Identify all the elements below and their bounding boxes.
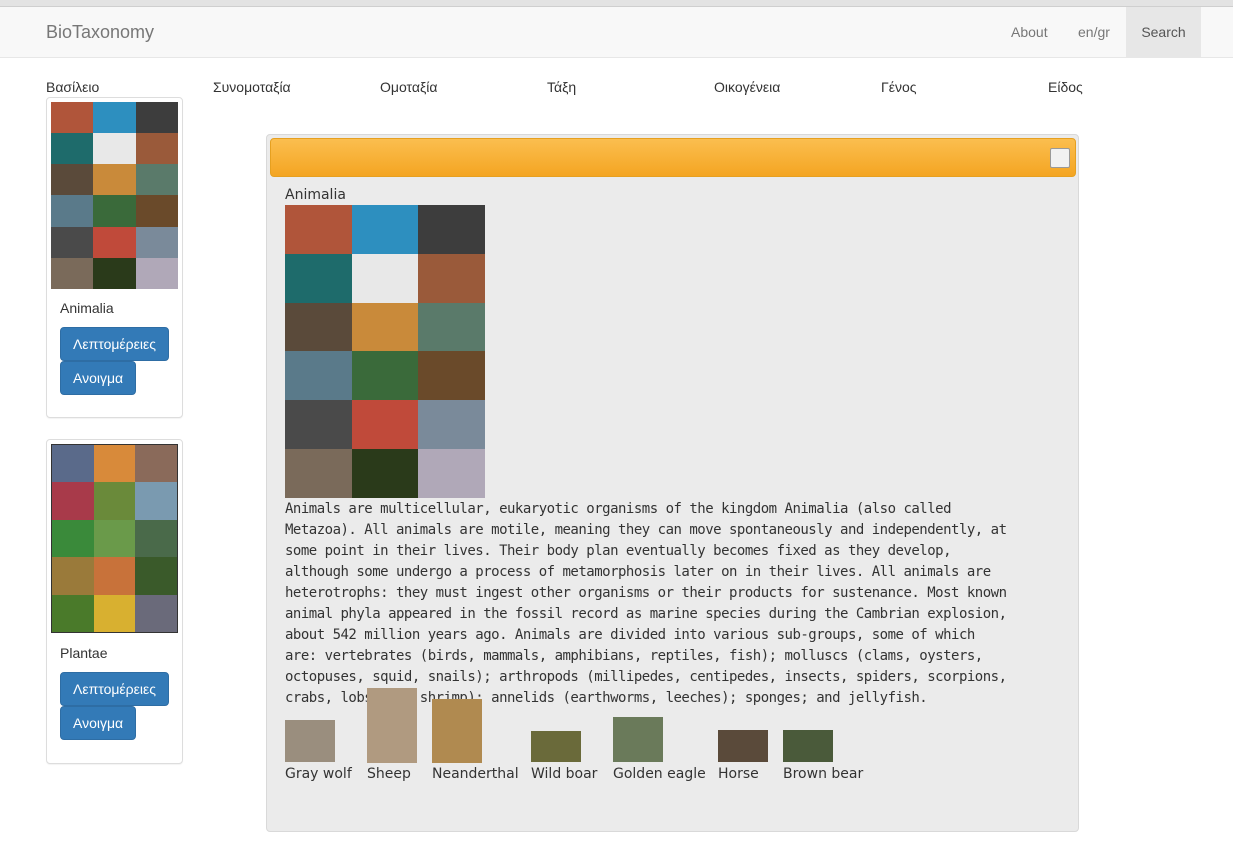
animalia-thumbnail-tile — [93, 195, 136, 227]
plantae-thumbnail-tile — [135, 519, 177, 558]
plantae-thumbnail-tile — [93, 445, 136, 483]
animalia-thumbnail-tile — [93, 133, 136, 165]
rank-class: Ομοταξία — [380, 79, 438, 95]
animalia-mosaic-tile — [418, 302, 485, 352]
animalia-mosaic-tile — [418, 449, 485, 498]
rank-order: Τάξη — [547, 79, 577, 95]
nav-search-link[interactable]: Search — [1126, 7, 1201, 57]
example-label: Brown bear — [783, 766, 864, 782]
kingdom-card-plantae: Plantae Λεπτομέρειες Ανοιγμα — [46, 439, 183, 764]
animalia-mosaic-tile — [285, 351, 352, 401]
sheep-image — [367, 688, 417, 763]
animalia-thumbnail-tile — [135, 133, 178, 165]
animalia-thumbnail-tile — [135, 102, 178, 134]
plantae-thumbnail-tile — [52, 519, 94, 558]
animalia-mosaic-tile — [351, 351, 419, 401]
plantae-thumbnail-tile — [93, 557, 136, 595]
animalia-mosaic-tile — [418, 351, 485, 401]
example-label: Neanderthal — [432, 766, 519, 782]
navbar: BioTaxonomy About en/gr Search — [0, 7, 1233, 58]
panel-title: Animalia — [285, 187, 346, 203]
plantae-thumbnail-tile — [52, 594, 94, 632]
wild-boar-image — [531, 731, 581, 762]
animalia-mosaic-tile — [351, 449, 419, 498]
animalia-mosaic-tile — [351, 253, 419, 303]
animalia-mosaic-tile — [285, 205, 352, 254]
plantae-thumbnail-tile — [52, 445, 94, 483]
plantae-thumbnail-tile — [52, 557, 94, 595]
rank-family: Οικογένεια — [714, 79, 781, 95]
plantae-thumbnail-tile — [93, 482, 136, 520]
example-label: Horse — [718, 766, 759, 782]
example-label: Golden eagle — [613, 766, 706, 782]
open-button[interactable]: Ανοιγμα — [60, 361, 137, 395]
animalia-thumbnail-tile — [51, 226, 94, 258]
details-button[interactable]: Λεπτομέρειες — [60, 672, 169, 706]
brand-link[interactable]: BioTaxonomy — [46, 21, 154, 43]
animalia-mosaic-tile — [285, 253, 352, 303]
animalia-mosaic-tile — [351, 400, 419, 450]
animalia-thumbnail-tile — [51, 195, 94, 227]
nav-language-toggle[interactable]: en/gr — [1078, 7, 1110, 57]
plantae-thumbnail-tile — [93, 594, 136, 632]
detail-panel: Animalia Animals are multicellular, euka… — [266, 134, 1079, 832]
animalia-thumbnail-tile — [135, 257, 178, 289]
nav-about-link[interactable]: About — [1011, 7, 1048, 57]
animalia-mosaic-tile — [418, 400, 485, 450]
animalia-mosaic-tile — [418, 253, 485, 303]
animalia-thumbnail-tile — [51, 164, 94, 196]
plantae-thumbnail-tile — [135, 482, 177, 520]
plantae-thumbnail-tile — [52, 482, 94, 520]
animalia-thumbnail-mosaic[interactable] — [51, 102, 178, 289]
card-title: Animalia — [60, 300, 114, 316]
rank-kingdom: Βασίλειο — [46, 79, 100, 95]
animalia-mosaic-tile — [285, 400, 352, 450]
animalia-thumbnail-tile — [51, 102, 94, 134]
panel-collapse-checkbox[interactable] — [1050, 148, 1070, 168]
rank-species: Είδος — [1048, 79, 1083, 95]
animalia-mosaic-tile — [418, 205, 485, 254]
panel-description: Animals are multicellular, eukaryotic or… — [285, 501, 1007, 706]
plantae-thumbnail-tile — [135, 594, 177, 632]
open-button[interactable]: Ανοιγμα — [60, 706, 137, 740]
gray-wolf-image — [285, 720, 335, 762]
plantae-thumbnail-tile — [135, 445, 177, 483]
plantae-thumbnail-tile — [93, 519, 136, 558]
animalia-mosaic-tile — [351, 205, 419, 254]
neanderthal-skull-image — [432, 699, 482, 763]
animalia-image-mosaic — [285, 205, 485, 498]
plantae-thumbnail-tile — [135, 557, 177, 595]
plantae-thumbnail-mosaic[interactable] — [51, 444, 178, 633]
kingdom-card-animalia: Animalia Λεπτομέρειες Ανοιγμα — [46, 97, 183, 418]
animalia-thumbnail-tile — [51, 257, 94, 289]
example-label: Wild boar — [531, 766, 598, 782]
details-button[interactable]: Λεπτομέρειες — [60, 327, 169, 361]
animalia-thumbnail-tile — [93, 226, 136, 258]
panel-header-bar — [270, 138, 1076, 177]
browser-top-border — [0, 0, 1233, 7]
card-title: Plantae — [60, 645, 108, 661]
animalia-mosaic-tile — [285, 302, 352, 352]
brown-bear-image — [783, 730, 833, 762]
example-label: Sheep — [367, 766, 411, 782]
animalia-thumbnail-tile — [135, 195, 178, 227]
animalia-thumbnail-tile — [135, 226, 178, 258]
rank-phylum: Συνομοταξία — [213, 79, 291, 95]
animalia-thumbnail-tile — [135, 164, 178, 196]
example-label: Gray wolf — [285, 766, 352, 782]
animalia-mosaic-tile — [285, 449, 352, 498]
rank-genus: Γένος — [881, 79, 917, 95]
animalia-thumbnail-tile — [93, 102, 136, 134]
horse-image — [718, 730, 768, 762]
animalia-thumbnail-tile — [93, 257, 136, 289]
golden-eagle-image — [613, 717, 663, 762]
animalia-thumbnail-tile — [51, 133, 94, 165]
animalia-thumbnail-tile — [93, 164, 136, 196]
animalia-mosaic-tile — [351, 302, 419, 352]
